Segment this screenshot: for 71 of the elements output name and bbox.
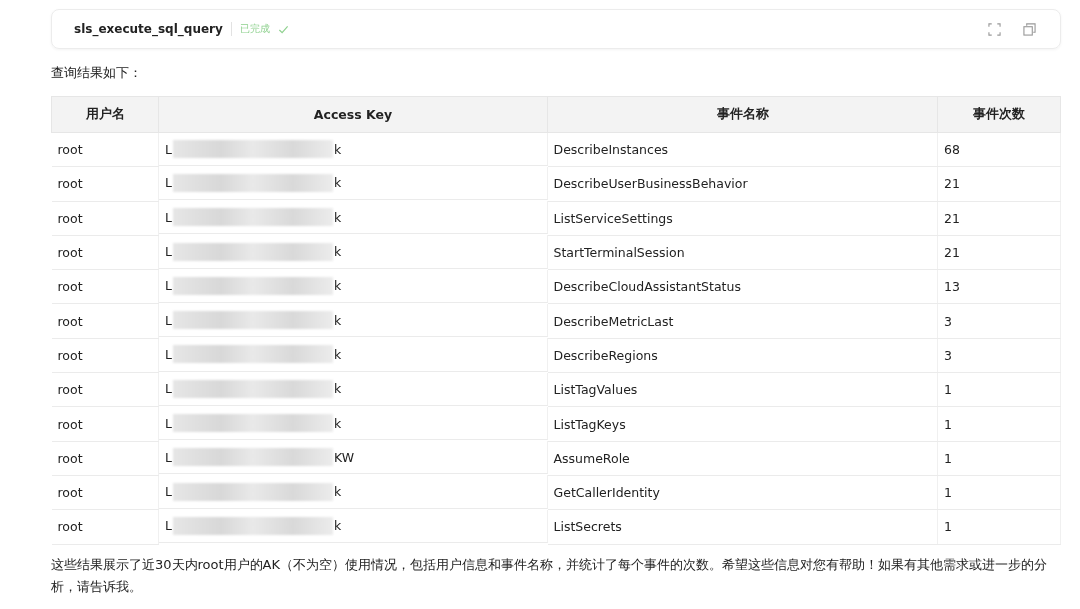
table-cell: 1 bbox=[937, 406, 1061, 442]
table-cell: 1 bbox=[937, 509, 1061, 545]
key-prefix: L bbox=[165, 449, 172, 465]
table-cell: 21 bbox=[937, 235, 1061, 270]
table-cell: 3 bbox=[937, 304, 1061, 339]
table-cell: 1 bbox=[937, 475, 1061, 510]
column-header: 事件次数 bbox=[937, 96, 1061, 133]
status-label: 已完成 bbox=[239, 22, 270, 36]
table-cell: 1 bbox=[937, 441, 1061, 476]
check-icon bbox=[277, 23, 289, 35]
column-header: Access Key bbox=[158, 96, 548, 133]
table-cell: 3 bbox=[937, 338, 1061, 373]
table-cell: AssumeRole bbox=[547, 441, 938, 476]
table-cell: root bbox=[51, 132, 159, 167]
table-cell: StartTerminalSession bbox=[547, 235, 938, 270]
key-suffix: k bbox=[333, 484, 342, 500]
summary-text: 这些结果展示了近30天内root用户的AK（不为空）使用情况，包括用户信息和事件名称，并统计了每个事件的次数。希望这些信息对您有帮助！如果有其他需求或进一步的分析，请告诉我。 bbox=[51, 555, 1049, 596]
table-cell: 21 bbox=[937, 201, 1061, 236]
key-prefix: L bbox=[165, 415, 172, 431]
table-cell: 1 bbox=[937, 372, 1061, 407]
key-prefix: L bbox=[165, 175, 172, 191]
key-prefix: L bbox=[165, 209, 172, 225]
table-cell: root bbox=[51, 201, 159, 236]
table-cell: root bbox=[51, 338, 159, 373]
tool-name: sls_execute_sql_query bbox=[74, 22, 223, 36]
key-prefix: L bbox=[165, 381, 172, 397]
table-cell: root bbox=[51, 441, 159, 476]
key-prefix: L bbox=[165, 346, 172, 362]
column-header: 事件名称 bbox=[547, 96, 938, 133]
table-cell: DescribeRegions bbox=[547, 338, 938, 373]
column-header: 用户名 bbox=[51, 96, 159, 133]
key-suffix: k bbox=[333, 312, 342, 328]
table-cell: DescribeMetricLast bbox=[547, 304, 938, 339]
table-cell: DescribeInstances bbox=[547, 132, 938, 167]
table-cell: root bbox=[51, 509, 159, 545]
key-prefix: L bbox=[165, 312, 172, 328]
fullscreen-icon[interactable] bbox=[988, 22, 1001, 36]
key-suffix: k bbox=[333, 209, 342, 225]
table-cell: 13 bbox=[937, 269, 1061, 304]
copy-icon[interactable] bbox=[1023, 22, 1036, 36]
key-prefix: L bbox=[165, 484, 172, 500]
key-suffix: k bbox=[333, 346, 342, 362]
key-suffix: k bbox=[333, 278, 342, 294]
intro-text: 查询结果如下： bbox=[51, 64, 143, 82]
table-cell: DescribeCloudAssistantStatus bbox=[547, 269, 938, 304]
table-cell: 68 bbox=[937, 132, 1061, 167]
key-prefix: L bbox=[165, 518, 172, 534]
table-cell: root bbox=[51, 166, 159, 202]
key-suffix: k bbox=[333, 381, 342, 397]
table-cell: root bbox=[51, 475, 159, 510]
table-cell: DescribeUserBusinessBehavior bbox=[547, 166, 938, 202]
key-suffix: KW bbox=[333, 449, 355, 465]
table-cell: ListTagKeys bbox=[547, 406, 938, 442]
key-suffix: k bbox=[333, 244, 342, 260]
key-suffix: k bbox=[333, 175, 342, 191]
key-prefix: L bbox=[165, 278, 172, 294]
table-cell: root bbox=[51, 372, 159, 407]
key-suffix: k bbox=[333, 141, 342, 157]
table-cell: 21 bbox=[937, 166, 1061, 202]
key-prefix: L bbox=[165, 244, 172, 260]
table-cell: ListTagValues bbox=[547, 372, 938, 407]
table-cell: ListServiceSettings bbox=[547, 201, 938, 236]
table-cell: ListSecrets bbox=[547, 509, 938, 545]
table-cell: root bbox=[51, 304, 159, 339]
key-prefix: L bbox=[165, 141, 172, 157]
table-cell: GetCallerIdentity bbox=[547, 475, 938, 510]
key-suffix: k bbox=[333, 415, 342, 431]
key-suffix: k bbox=[333, 518, 342, 534]
table-cell: root bbox=[51, 235, 159, 270]
table-cell: root bbox=[51, 269, 159, 304]
table-cell: root bbox=[51, 406, 159, 442]
